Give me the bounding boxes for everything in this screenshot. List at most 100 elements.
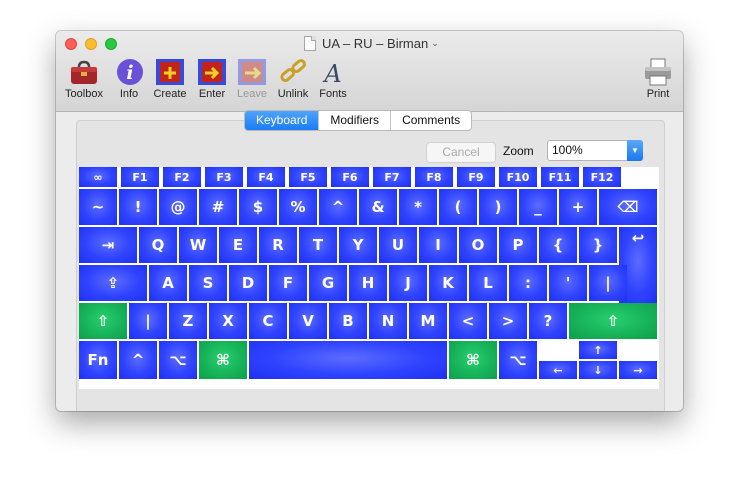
key-a[interactable]: A — [149, 265, 187, 301]
key-shift[interactable]: ⇧ — [79, 303, 127, 339]
key-tilde[interactable]: ~ — [79, 189, 117, 225]
key-space[interactable] — [249, 341, 447, 379]
key-underscore[interactable]: _ — [519, 189, 557, 225]
key-greater-than[interactable]: > — [489, 303, 527, 339]
key-k[interactable]: K — [429, 265, 467, 301]
key-v[interactable]: V — [289, 303, 327, 339]
key-less-than[interactable]: < — [449, 303, 487, 339]
enter-button[interactable]: Enter — [194, 57, 230, 105]
key-ampersand[interactable]: & — [359, 189, 397, 225]
key-delete[interactable]: ⌫ — [599, 189, 657, 225]
window-title-text: UA – RU – Birman — [322, 35, 429, 51]
key-right-arrow[interactable]: → — [619, 361, 657, 379]
key-hash[interactable]: # — [199, 189, 237, 225]
key-paren-left[interactable]: ( — [439, 189, 477, 225]
leave-button[interactable]: Leave — [234, 57, 270, 105]
key-down-arrow[interactable]: ↓ — [579, 361, 617, 379]
key-f12[interactable]: F12 — [583, 167, 621, 187]
tab-modifiers[interactable]: Modifiers — [319, 111, 392, 130]
key-f[interactable]: F — [269, 265, 307, 301]
key-o[interactable]: O — [459, 227, 497, 263]
key-b[interactable]: B — [329, 303, 367, 339]
key-command[interactable]: ⌘ — [449, 341, 497, 379]
key-f9[interactable]: F9 — [457, 167, 495, 187]
print-button[interactable]: Print — [642, 57, 674, 105]
key-u[interactable]: U — [379, 227, 417, 263]
tab-bar: Keyboard Modifiers Comments — [244, 110, 473, 131]
key-n[interactable]: N — [369, 303, 407, 339]
info-button[interactable]: i Info — [114, 57, 144, 105]
key-command[interactable]: ⌘ — [199, 341, 247, 379]
key-l[interactable]: L — [469, 265, 507, 301]
key-tab[interactable]: ⇥ — [79, 227, 137, 263]
key-x[interactable]: X — [209, 303, 247, 339]
key-f3[interactable]: F3 — [205, 167, 243, 187]
close-button[interactable] — [65, 38, 77, 50]
key-j[interactable]: J — [389, 265, 427, 301]
key-dollar[interactable]: $ — [239, 189, 277, 225]
key-d[interactable]: D — [229, 265, 267, 301]
key-caret[interactable]: ^ — [319, 189, 357, 225]
key-pipe[interactable]: | — [589, 265, 627, 301]
key-f5[interactable]: F5 — [289, 167, 327, 187]
zoom-select[interactable]: 100% ▼ — [547, 140, 643, 161]
key-f11[interactable]: F11 — [541, 167, 579, 187]
key-w[interactable]: W — [179, 227, 217, 263]
key-i[interactable]: I — [419, 227, 457, 263]
key-q[interactable]: Q — [139, 227, 177, 263]
minimize-button[interactable] — [85, 38, 97, 50]
key-f8[interactable]: F8 — [415, 167, 453, 187]
key-h[interactable]: H — [349, 265, 387, 301]
key-shift[interactable]: ⇧ — [569, 303, 657, 339]
key-c[interactable]: C — [249, 303, 287, 339]
key-t[interactable]: T — [299, 227, 337, 263]
key-exclaim[interactable]: ! — [119, 189, 157, 225]
key-at[interactable]: @ — [159, 189, 197, 225]
zoom-window-button[interactable] — [105, 38, 117, 50]
key-question[interactable]: ? — [529, 303, 567, 339]
key-f7[interactable]: F7 — [373, 167, 411, 187]
fonts-button[interactable]: A Fonts — [316, 57, 350, 105]
create-button[interactable]: Create — [152, 57, 188, 105]
key-option[interactable]: ⌥ — [499, 341, 537, 379]
key-colon[interactable]: : — [509, 265, 547, 301]
key-left-arrow[interactable]: ← — [539, 361, 577, 379]
tab-keyboard[interactable]: Keyboard — [245, 111, 320, 130]
key-f1[interactable]: F1 — [121, 167, 159, 187]
document-icon — [304, 35, 316, 51]
key-g[interactable]: G — [309, 265, 347, 301]
key-brace-left[interactable]: { — [539, 227, 577, 263]
key-up-arrow[interactable]: ↑ — [579, 341, 617, 359]
key-caps-lock[interactable]: ⇪ — [79, 265, 147, 301]
key-f4[interactable]: F4 — [247, 167, 285, 187]
key-e[interactable]: E — [219, 227, 257, 263]
create-icon — [154, 57, 186, 87]
key-y[interactable]: Y — [339, 227, 377, 263]
cancel-button[interactable]: Cancel — [426, 142, 496, 163]
key-percent[interactable]: % — [279, 189, 317, 225]
key-r[interactable]: R — [259, 227, 297, 263]
key-asterisk[interactable]: * — [399, 189, 437, 225]
key-quote[interactable]: ' — [549, 265, 587, 301]
toolbox-label: Toolbox — [65, 88, 103, 100]
key-f10[interactable]: F10 — [499, 167, 537, 187]
key-fn[interactable]: Fn — [79, 341, 117, 379]
key-plus[interactable]: + — [559, 189, 597, 225]
key-m[interactable]: M — [409, 303, 447, 339]
key-z[interactable]: Z — [169, 303, 207, 339]
tab-comments[interactable]: Comments — [391, 111, 471, 130]
key-f6[interactable]: F6 — [331, 167, 369, 187]
key-pipe[interactable]: | — [129, 303, 167, 339]
unlink-button[interactable]: Unlink — [274, 57, 312, 105]
key-option[interactable]: ⌥ — [159, 341, 197, 379]
key-paren-right[interactable]: ) — [479, 189, 517, 225]
key-f2[interactable]: F2 — [163, 167, 201, 187]
key-caret[interactable]: ^ — [119, 341, 157, 379]
key-p[interactable]: P — [499, 227, 537, 263]
key-s[interactable]: S — [189, 265, 227, 301]
enter-icon — [196, 57, 228, 87]
window-title[interactable]: UA – RU – Birman ⌄ — [304, 34, 439, 52]
key-infinity[interactable]: ∞ — [79, 167, 117, 187]
key-brace-right[interactable]: } — [579, 227, 617, 263]
toolbox-button[interactable]: Toolbox — [62, 57, 106, 105]
